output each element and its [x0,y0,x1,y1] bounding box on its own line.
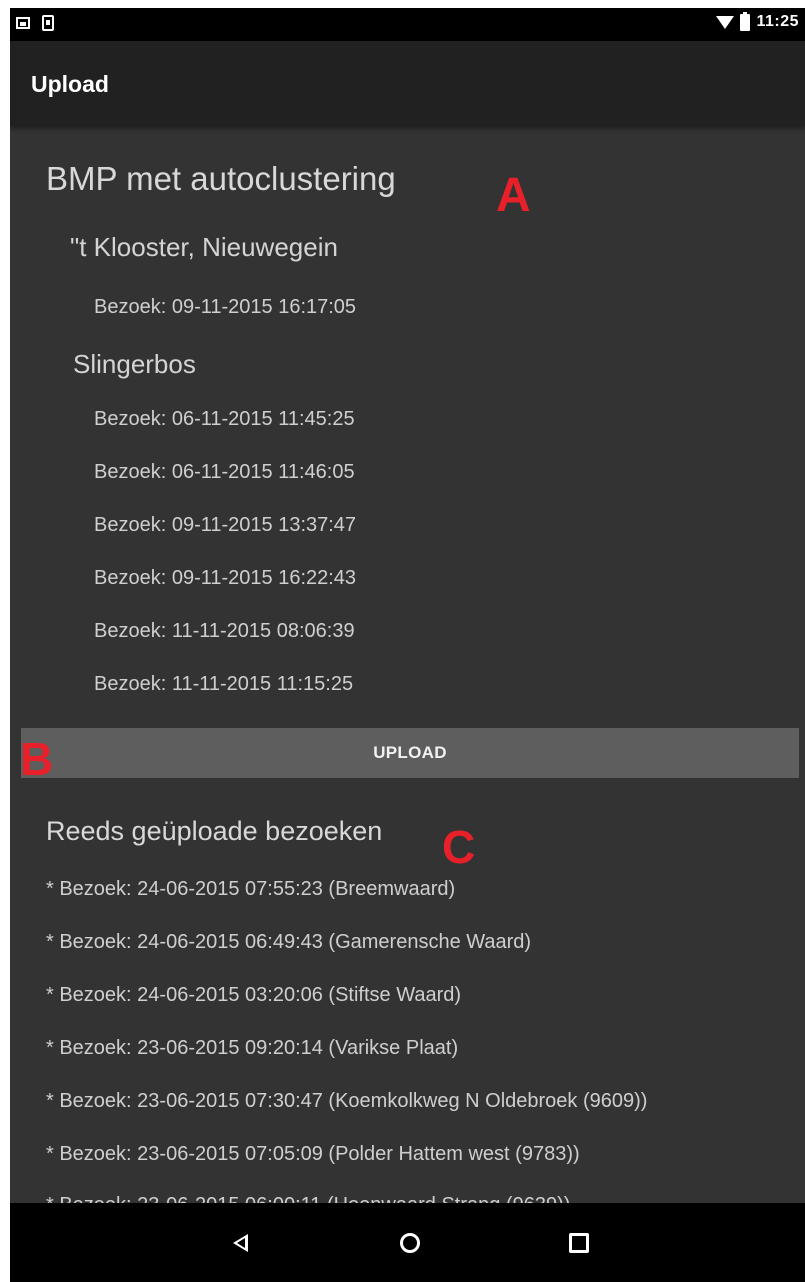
back-button[interactable] [218,1221,262,1265]
status-bar: 11:25 [10,8,805,41]
uploaded-visit-item: * Bezoek: 24-06-2015 06:49:43 (Gamerensc… [46,931,532,953]
uploaded-visit-item: * Bezoek: 23-06-2015 07:30:47 (Koemkolkw… [46,1090,648,1112]
annotation-marker-b: B [20,733,54,785]
visit-item: Bezoek: 11-11-2015 11:15:25 [94,673,354,695]
sd-card-icon [42,15,54,31]
visit-item: Bezoek: 09-11-2015 16:22:43 [94,567,357,589]
wifi-icon [716,15,735,29]
visit-item: Bezoek: 06-11-2015 11:45:25 [94,408,355,430]
status-bar-notifications [16,15,54,31]
app-bar: Upload [10,41,805,126]
upload-button[interactable]: UPLOAD [21,728,799,778]
home-button[interactable] [388,1221,432,1265]
uploaded-visit-item: * Bezoek: 23-06-2015 07:05:09 (Polder Ha… [46,1143,580,1165]
back-icon [232,1234,248,1252]
uploaded-visit-item: * Bezoek: 24-06-2015 03:20:06 (Stiftse W… [46,984,462,1006]
pending-group-title: BMP met autoclustering [46,160,396,197]
visit-item: Bezoek: 06-11-2015 11:46:05 [94,461,355,483]
uploaded-visit-item: * Bezoek: 23-06-2015 06:00:11 (Hoenwaard… [46,1194,570,1203]
visit-item: Bezoek: 11-11-2015 08:06:39 [94,620,355,642]
recents-button[interactable] [557,1221,601,1265]
location-name: "t Klooster, Nieuwegein [70,232,338,262]
battery-icon [740,11,751,31]
app-title: Upload [31,71,109,97]
annotation-marker-a: A [496,169,531,222]
recents-icon [569,1233,589,1253]
upload-content[interactable]: BMP met autoclustering A "t Klooster, Ni… [10,126,805,1203]
uploaded-section-title: Reeds geüploade bezoeken [46,816,383,846]
uploaded-visit-item: * Bezoek: 24-06-2015 07:55:23 (Breemwaar… [46,878,456,900]
annotation-marker-c: C [442,821,476,873]
image-notification-icon [16,17,30,29]
navigation-bar [10,1203,805,1282]
location-name: Slingerbos [73,349,196,379]
visit-item: Bezoek: 09-11-2015 16:17:05 [94,296,357,318]
home-icon [400,1233,420,1253]
clock: 11:25 [756,13,799,30]
uploaded-visit-item: * Bezoek: 23-06-2015 09:20:14 (Varikse P… [46,1037,459,1059]
visit-item: Bezoek: 09-11-2015 13:37:47 [94,514,357,536]
status-bar-system: 11:25 [716,11,799,31]
device-screen: 11:25 Upload BMP met autoclustering A "t… [10,8,805,1282]
